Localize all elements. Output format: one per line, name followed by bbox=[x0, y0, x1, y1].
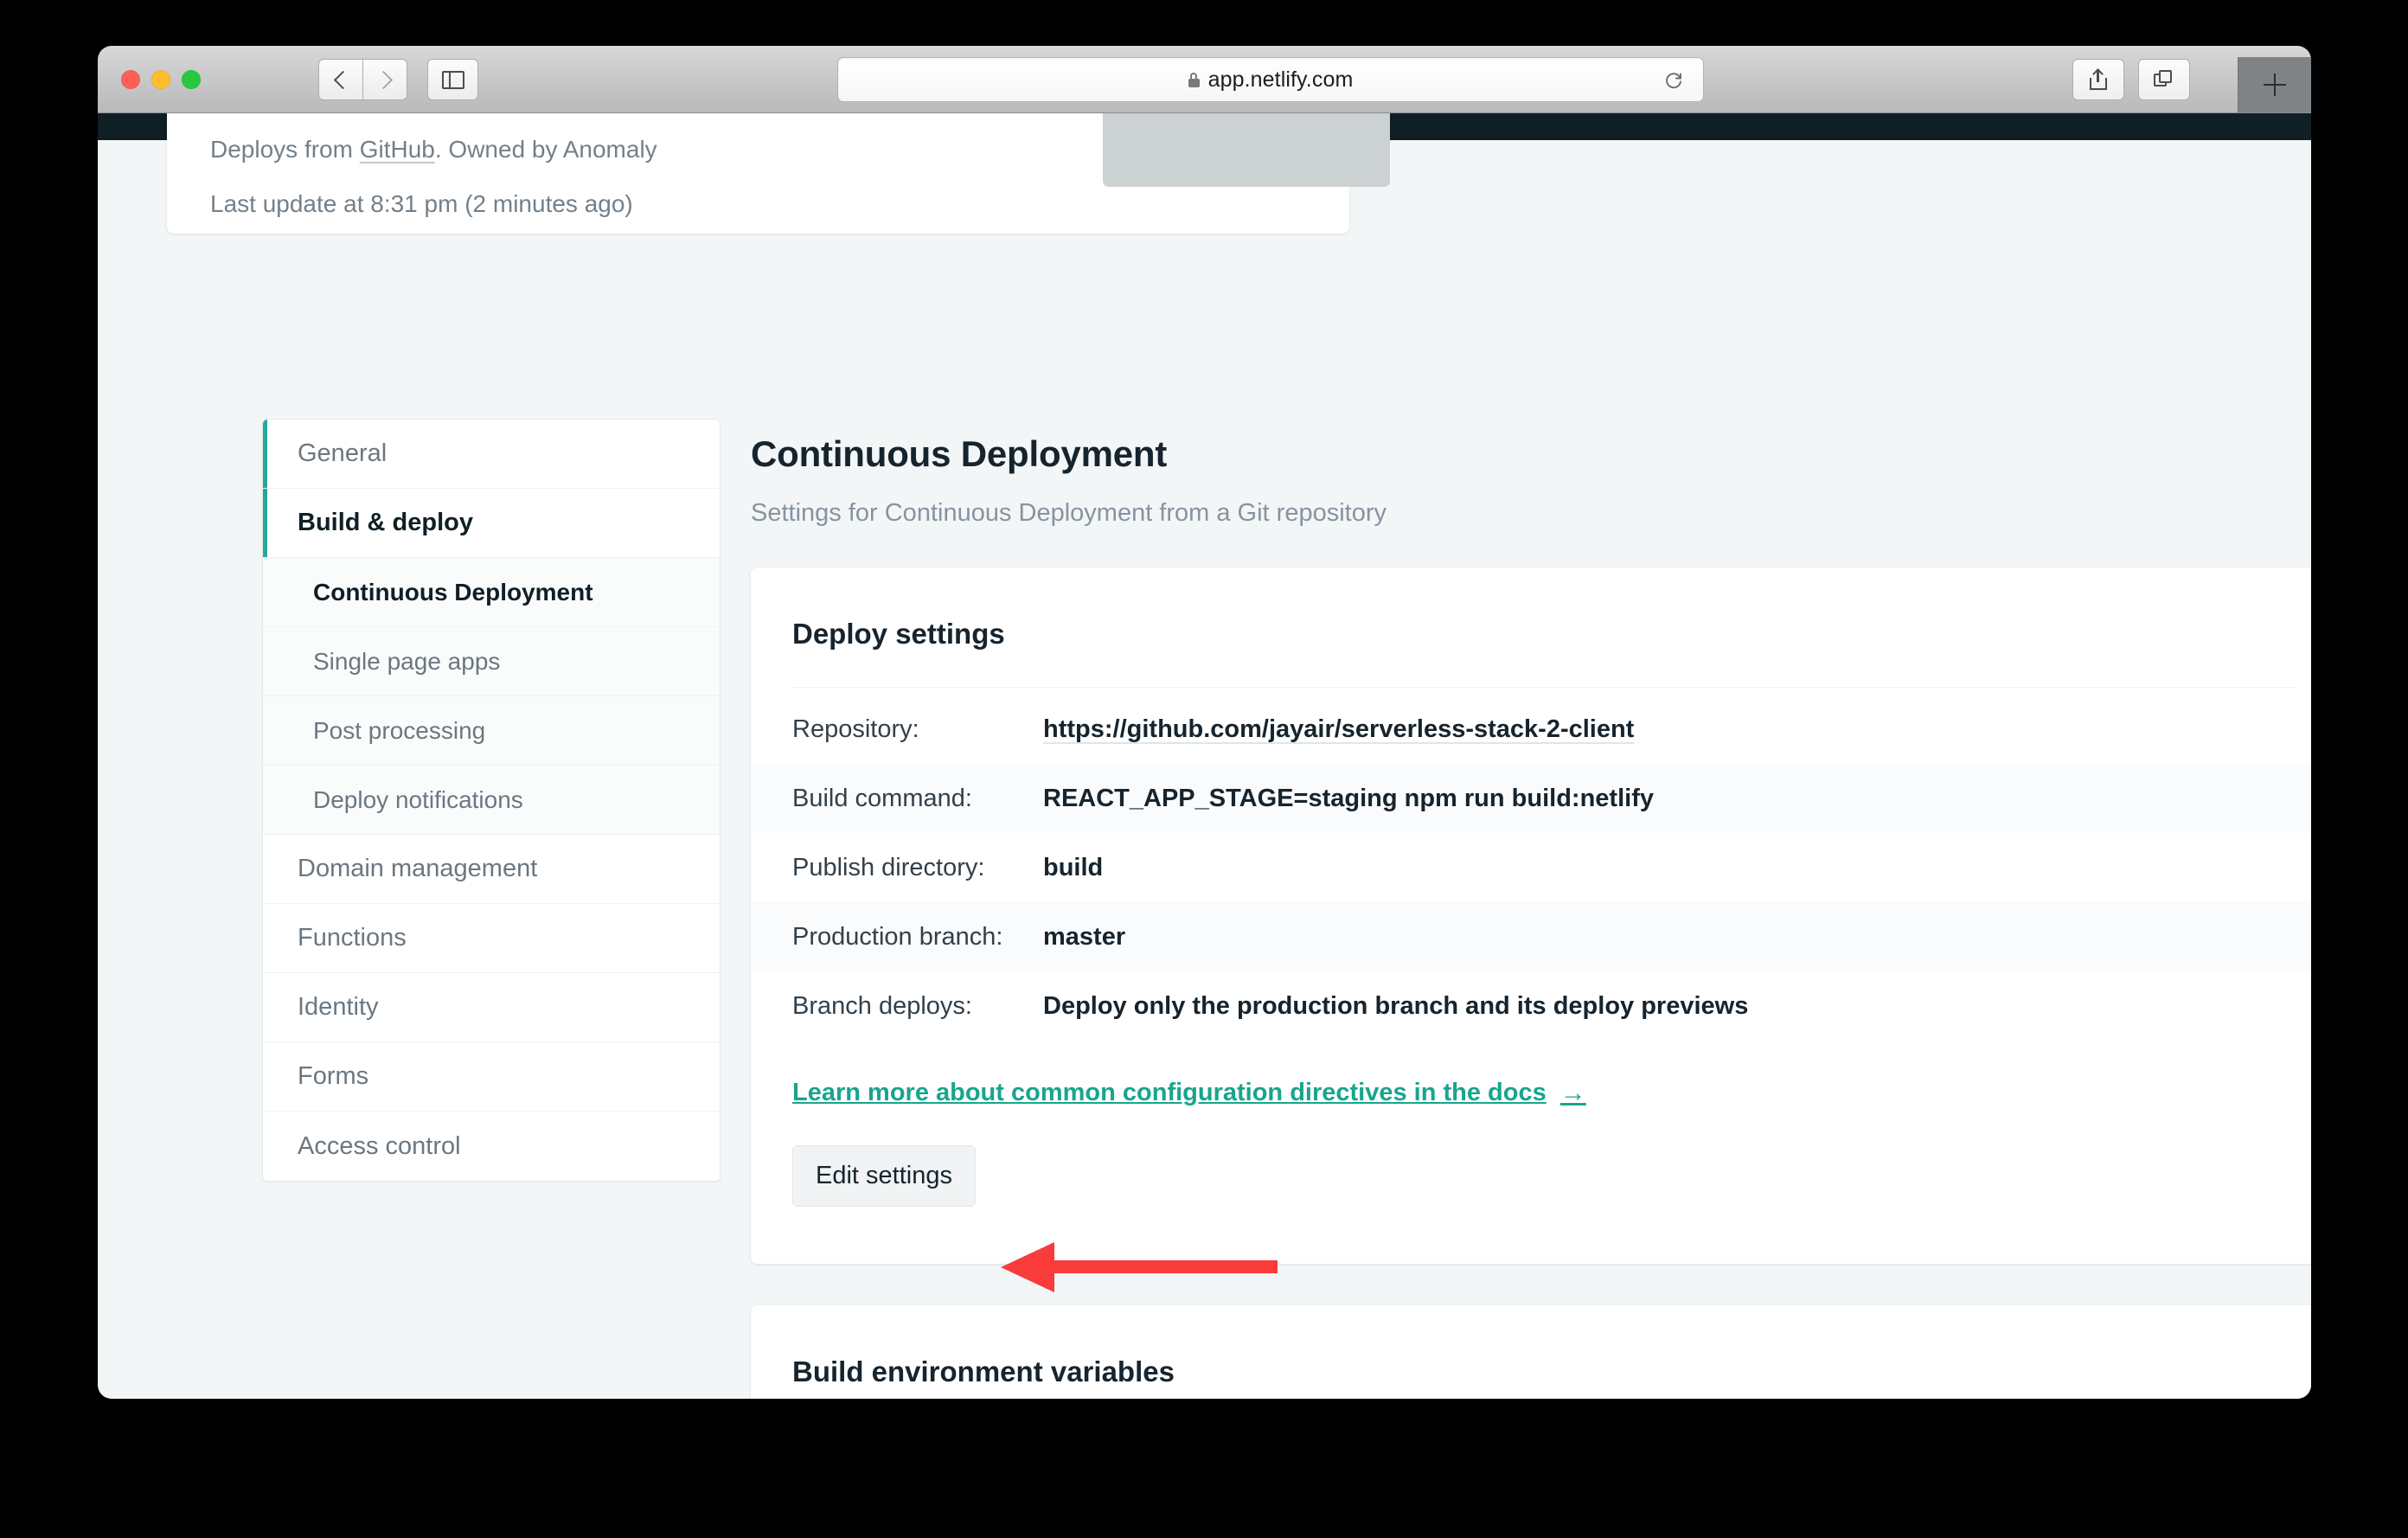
sidebar-toggle-icon bbox=[441, 70, 464, 89]
table-row: Production branch: master bbox=[751, 902, 2311, 972]
sidebar-item-label: Single page apps bbox=[313, 647, 501, 675]
reload-icon[interactable] bbox=[1663, 69, 1684, 90]
edit-settings-button[interactable]: Edit settings bbox=[792, 1145, 976, 1208]
main-content: Continuous Deployment Settings for Conti… bbox=[751, 409, 2311, 1399]
close-window-button[interactable] bbox=[121, 70, 140, 89]
sidebar-item-label: General bbox=[298, 439, 387, 467]
tab-overview-button[interactable] bbox=[2138, 59, 2190, 100]
sidebar-item-single-page-apps[interactable]: Single page apps bbox=[263, 627, 720, 696]
sidebar-item-label: Continuous Deployment bbox=[313, 578, 593, 606]
github-link[interactable]: GitHub bbox=[360, 136, 435, 163]
row-value-branch-deploys: Deploy only the production branch and it… bbox=[1043, 991, 1749, 1020]
row-value-production-branch: master bbox=[1043, 922, 1126, 951]
tab-overview-icon bbox=[2154, 70, 2174, 89]
address-bar[interactable]: app.netlify.com bbox=[837, 57, 1704, 102]
new-tab-button[interactable] bbox=[2238, 57, 2311, 112]
minimize-window-button[interactable] bbox=[151, 70, 170, 89]
sidebar-item-label: Domain management bbox=[298, 855, 538, 882]
deploy-settings-card: Deploy settings Repository: https://gith… bbox=[751, 567, 2311, 1265]
row-key: Build command: bbox=[792, 784, 972, 812]
arrow-right-icon: → bbox=[1559, 1078, 1586, 1107]
chevron-left-icon bbox=[333, 70, 352, 89]
sidebar-item-label: Functions bbox=[298, 924, 407, 952]
share-button[interactable] bbox=[2072, 59, 2124, 100]
forward-button[interactable] bbox=[362, 59, 407, 100]
sidebar-item-label: Deploy notifications bbox=[313, 785, 523, 813]
table-row: Branch deploys: Deploy only the producti… bbox=[751, 971, 2311, 1041]
back-button[interactable] bbox=[318, 59, 362, 100]
docs-link-label: Learn more about common configuration di… bbox=[792, 1079, 1547, 1107]
url-text: app.netlify.com bbox=[1207, 67, 1354, 92]
row-key: Repository: bbox=[792, 715, 919, 743]
chevron-right-icon bbox=[374, 70, 393, 89]
page-title: Continuous Deployment bbox=[751, 433, 1168, 475]
divider bbox=[792, 687, 2298, 689]
window-traffic-lights bbox=[121, 70, 201, 89]
deploys-suffix: . Owned by Anomaly bbox=[434, 136, 657, 163]
browser-window: app.netlify.com Deploys from GitHub. Own… bbox=[98, 46, 2311, 1399]
table-row: Build command: REACT_APP_STAGE=staging n… bbox=[751, 764, 2311, 834]
maximize-window-button[interactable] bbox=[182, 70, 201, 89]
row-value-publish-directory: build bbox=[1043, 853, 1104, 881]
address-bar-content: app.netlify.com bbox=[1188, 67, 1354, 93]
navigation-buttons bbox=[318, 59, 407, 100]
sidebar-item-label: Identity bbox=[298, 993, 379, 1021]
plus-icon bbox=[2264, 74, 2286, 96]
sidebar-item-functions[interactable]: Functions bbox=[263, 904, 720, 973]
sidebar-toggle-button[interactable] bbox=[427, 59, 478, 100]
share-icon bbox=[2090, 68, 2107, 90]
sidebar-item-general[interactable]: General bbox=[263, 420, 720, 489]
sidebar-item-identity[interactable]: Identity bbox=[263, 973, 720, 1042]
row-value-repository[interactable]: https://github.com/jayair/serverless-sta… bbox=[1043, 715, 1634, 744]
sidebar-item-continuous-deployment[interactable]: Continuous Deployment bbox=[263, 558, 720, 627]
sidebar-item-deploy-notifications[interactable]: Deploy notifications bbox=[263, 766, 720, 835]
sidebar-item-build-and-deploy[interactable]: Build & deploy bbox=[263, 489, 720, 558]
browser-toolbar: app.netlify.com bbox=[98, 46, 2311, 113]
build-env-heading: Build environment variables bbox=[792, 1355, 1175, 1388]
sidebar-item-label: Forms bbox=[298, 1062, 369, 1090]
table-row: Publish directory: build bbox=[751, 833, 2311, 902]
lock-icon bbox=[1188, 72, 1200, 87]
deploys-prefix: Deploys from bbox=[210, 136, 360, 163]
deploys-from-text: Deploys from GitHub. Owned by Anomaly bbox=[210, 136, 657, 163]
row-value-build-command: REACT_APP_STAGE=staging npm run build:ne… bbox=[1043, 784, 1654, 812]
sidebar-item-label: Access control bbox=[298, 1131, 461, 1160]
sidebar-item-access-control[interactable]: Access control bbox=[263, 1112, 720, 1181]
sidebar-item-domain-management[interactable]: Domain management bbox=[263, 835, 720, 904]
deploy-settings-table: Repository: https://github.com/jayair/se… bbox=[751, 695, 2311, 1041]
sidebar-item-label: Post processing bbox=[313, 716, 486, 744]
sidebar-item-label: Build & deploy bbox=[298, 509, 473, 536]
page-subtitle: Settings for Continuous Deployment from … bbox=[751, 499, 1387, 528]
docs-link[interactable]: Learn more about common configuration di… bbox=[792, 1079, 1586, 1107]
toolbar-right-buttons bbox=[2072, 59, 2190, 100]
row-key: Publish directory: bbox=[792, 853, 985, 881]
last-update-text: Last update at 8:31 pm (2 minutes ago) bbox=[210, 190, 633, 217]
row-key: Branch deploys: bbox=[792, 991, 972, 1020]
build-environment-variables-card: Build environment variables bbox=[751, 1305, 2311, 1399]
sidebar-item-post-processing[interactable]: Post processing bbox=[263, 696, 720, 766]
deploy-settings-heading: Deploy settings bbox=[792, 618, 1005, 650]
settings-sidebar: General Build & deploy Continuous Deploy… bbox=[262, 419, 720, 1182]
table-row: Repository: https://github.com/jayair/se… bbox=[751, 695, 2311, 764]
site-summary-card: Deploys from GitHub. Owned by Anomaly La… bbox=[167, 113, 1390, 234]
row-key: Production branch: bbox=[792, 922, 1003, 951]
site-preview-placeholder bbox=[1103, 113, 1390, 187]
page-viewport: Deploys from GitHub. Owned by Anomaly La… bbox=[98, 113, 2311, 1399]
sidebar-item-forms[interactable]: Forms bbox=[263, 1042, 720, 1112]
